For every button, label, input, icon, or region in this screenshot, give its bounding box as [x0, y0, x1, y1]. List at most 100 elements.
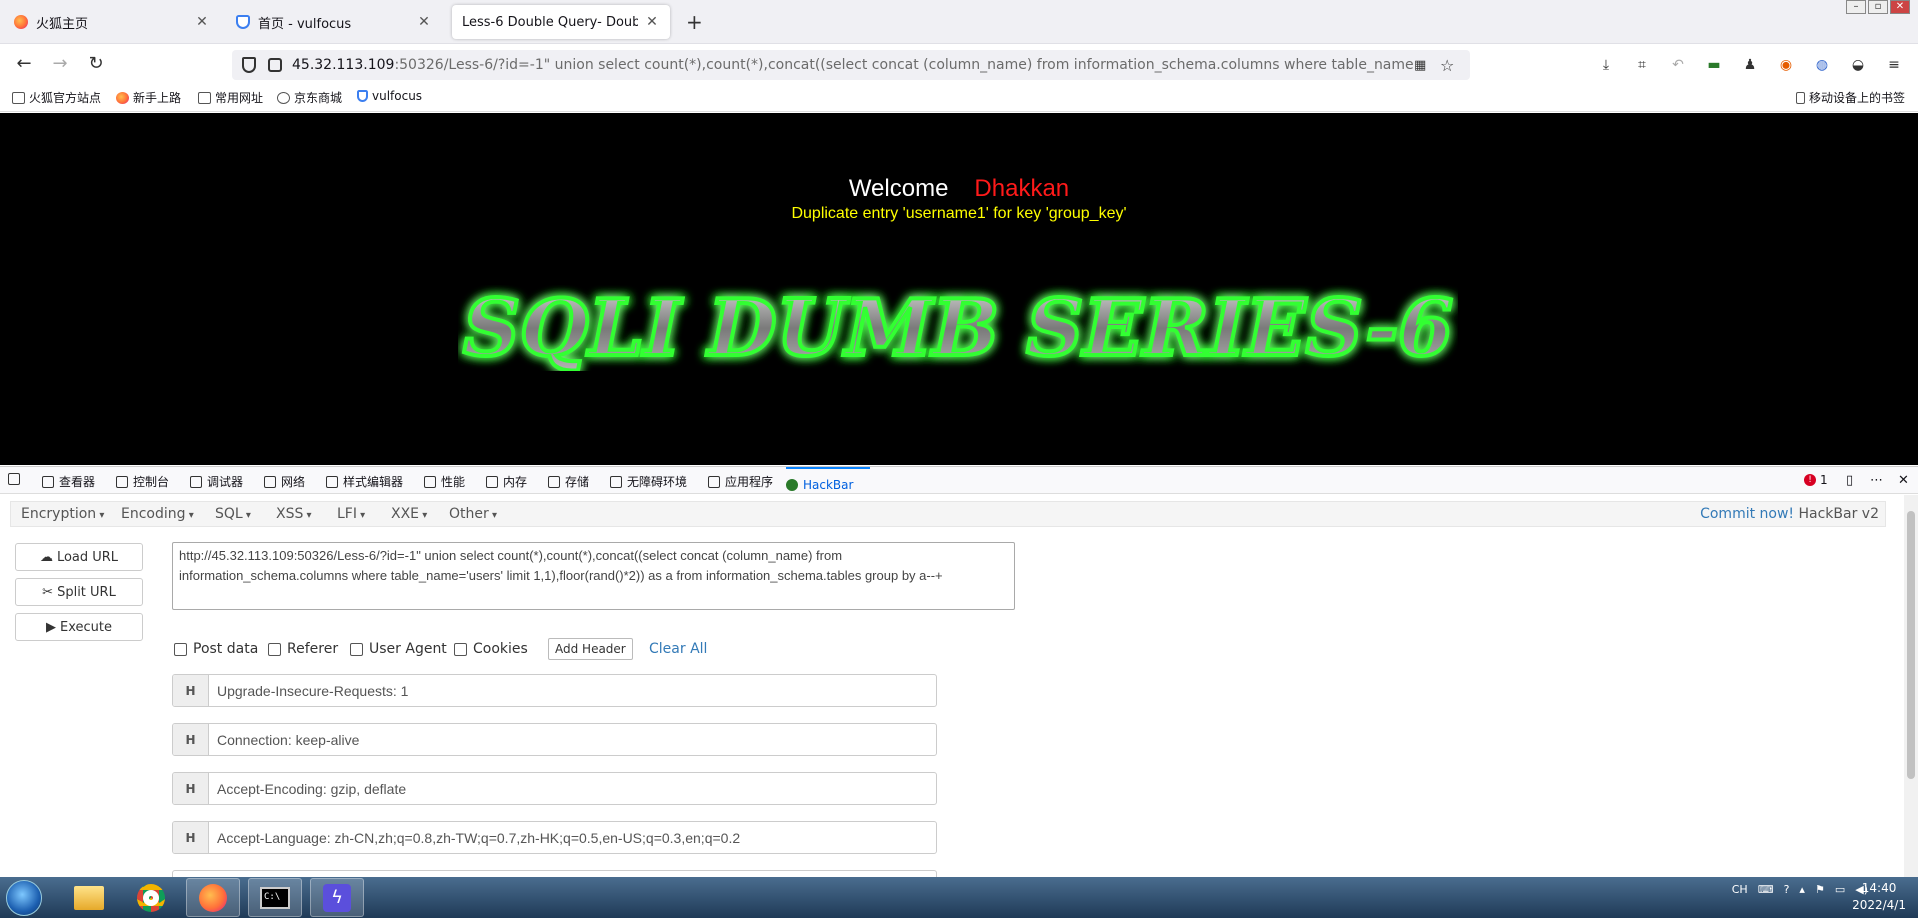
start-button[interactable]: [6, 880, 42, 916]
screenshot-icon[interactable]: ⌗: [1634, 57, 1650, 73]
bookmark-item[interactable]: 常用网址: [198, 89, 263, 106]
commit-link[interactable]: Commit now! HackBar v2: [1700, 506, 1879, 522]
bookmark-item[interactable]: 京东商城: [277, 89, 342, 106]
hat-icon[interactable]: ◒: [1850, 57, 1866, 73]
menu-lfi[interactable]: LFI: [337, 506, 365, 522]
maximize-button[interactable]: ▫: [1868, 0, 1888, 14]
button-label: Execute: [60, 619, 112, 635]
menu-xxe[interactable]: XXE: [391, 506, 427, 522]
tab-title: 首页 - vulfocus: [258, 16, 352, 32]
tab-firefox-home[interactable]: 火狐主页 ✕: [4, 5, 220, 39]
referer-checkbox[interactable]: Referer: [268, 641, 338, 657]
devtools-tab[interactable]: 存储: [548, 473, 589, 490]
hackbar-scrollbar[interactable]: [1904, 495, 1918, 877]
dock-icon[interactable]: ▯: [1846, 473, 1853, 488]
close-window-button[interactable]: ✕: [1890, 0, 1910, 14]
header-value[interactable]: Accept-Encoding: gzip, deflate: [209, 773, 936, 804]
close-icon[interactable]: ✕: [416, 14, 432, 30]
button-label: Split URL: [57, 584, 116, 600]
devtools-tab-hackbar[interactable]: HackBar: [786, 467, 870, 495]
header-tag[interactable]: H: [173, 822, 209, 853]
network-tray-icon[interactable]: ▭: [1835, 883, 1845, 896]
header-tag[interactable]: H: [173, 773, 209, 804]
clock[interactable]: 14:40 2022/4/1: [1852, 880, 1906, 914]
post-data-checkbox[interactable]: Post data: [174, 641, 258, 657]
header-value[interactable]: Accept-Language: zh-CN,zh;q=0.8,zh-TW;q=…: [209, 822, 936, 853]
close-icon[interactable]: ✕: [644, 14, 660, 30]
new-tab-button[interactable]: +: [686, 10, 703, 34]
input-language[interactable]: CH: [1732, 883, 1748, 896]
bookmark-item[interactable]: 火狐官方站点: [12, 89, 101, 106]
explorer-app[interactable]: [62, 878, 116, 917]
header-tag[interactable]: H: [173, 675, 209, 706]
devtools-tab[interactable]: 无障碍环境: [610, 473, 687, 490]
devtools-tab[interactable]: 样式编辑器: [326, 473, 403, 490]
tab-title: Less-6 Double Query- Double Quotes- Stri…: [462, 14, 638, 30]
minimize-button[interactable]: –: [1846, 0, 1866, 14]
add-header-button[interactable]: Add Header: [548, 638, 633, 660]
user-agent-checkbox[interactable]: User Agent: [350, 641, 447, 657]
devtools-tab[interactable]: 内存: [486, 473, 527, 490]
header-value[interactable]: Upgrade-Insecure-Requests: 1: [209, 675, 936, 706]
site-info-icon[interactable]: [268, 58, 282, 72]
close-devtools-icon[interactable]: ✕: [1898, 473, 1909, 488]
menu-xss[interactable]: XSS: [276, 506, 312, 522]
menu-other[interactable]: Other: [449, 506, 497, 522]
app-bolt[interactable]: ϟ: [310, 878, 364, 917]
keyboard-icon[interactable]: ⌨: [1758, 883, 1774, 896]
checkbox[interactable]: [174, 642, 187, 656]
devtools-tab[interactable]: 应用程序: [708, 473, 773, 490]
firefox-app[interactable]: [186, 878, 240, 917]
url-text[interactable]: 45.32.113.109:50326/Less-6/?id=-1" union…: [292, 57, 1414, 73]
back-button[interactable]: ←: [12, 52, 36, 76]
devtools-tab[interactable]: 性能: [424, 473, 465, 490]
header-value[interactable]: Connection: keep-alive: [209, 724, 936, 755]
devtools-tab[interactable]: 控制台: [116, 473, 169, 490]
error-count-badge[interactable]: ! 1: [1804, 473, 1828, 487]
tracking-shield-icon[interactable]: [242, 57, 256, 73]
load-url-button[interactable]: ☁ Load URL: [15, 543, 143, 571]
globe-extension-icon[interactable]: ◍: [1814, 57, 1830, 73]
forward-button[interactable]: →: [48, 52, 72, 76]
undo-icon[interactable]: ↶: [1670, 57, 1686, 73]
tab-less6[interactable]: Less-6 Double Query- Double Quotes- Stri…: [452, 5, 670, 39]
split-url-button[interactable]: ✂ Split URL: [15, 578, 143, 606]
devtools-tab[interactable]: 网络: [264, 473, 305, 490]
url-textarea[interactable]: http://45.32.113.109:50326/Less-6/?id=-1…: [172, 542, 1015, 610]
user-icon[interactable]: ♟: [1742, 57, 1758, 73]
cookies-checkbox[interactable]: Cookies: [454, 641, 528, 657]
commit-now-link[interactable]: Commit now!: [1700, 506, 1794, 522]
tray-expand-icon[interactable]: ▴: [1799, 883, 1805, 896]
extension-circle-icon[interactable]: ◉: [1778, 57, 1794, 73]
scrollbar-thumb[interactable]: [1907, 511, 1915, 779]
checkbox[interactable]: [268, 642, 281, 656]
menu-encryption[interactable]: Encryption: [21, 506, 104, 522]
menu-icon[interactable]: ≡: [1886, 57, 1902, 73]
close-icon[interactable]: ✕: [194, 14, 210, 30]
execute-button[interactable]: ▶ Execute: [15, 613, 143, 641]
menu-encoding[interactable]: Encoding: [121, 506, 194, 522]
chrome-app[interactable]: [124, 878, 178, 917]
devtools-tab[interactable]: 调试器: [190, 473, 243, 490]
help-icon[interactable]: ?: [1784, 883, 1790, 896]
menu-sql[interactable]: SQL: [215, 506, 251, 522]
bookmark-star-icon[interactable]: ☆: [1440, 56, 1458, 75]
downloads-icon[interactable]: ⤓: [1598, 57, 1614, 73]
extension-icon[interactable]: ▬: [1706, 57, 1722, 73]
tab-vulfocus[interactable]: 首页 - vulfocus ✕: [226, 5, 442, 39]
flag-icon[interactable]: ⚑: [1815, 883, 1825, 896]
devtools-tab[interactable]: 查看器: [42, 473, 95, 490]
header-tag[interactable]: H: [173, 724, 209, 755]
url-bar[interactable]: 45.32.113.109:50326/Less-6/?id=-1" union…: [232, 50, 1470, 80]
qr-code-icon[interactable]: ▦: [1414, 58, 1430, 73]
element-picker-icon[interactable]: [8, 473, 25, 485]
more-options-icon[interactable]: ⋯: [1870, 473, 1883, 488]
cmd-app[interactable]: C:\: [248, 878, 302, 917]
bookmark-item[interactable]: 新手上路: [116, 89, 181, 106]
mobile-bookmarks[interactable]: 移动设备上的书签: [1796, 89, 1905, 106]
checkbox[interactable]: [454, 642, 467, 656]
checkbox[interactable]: [350, 642, 363, 656]
clear-all-link[interactable]: Clear All: [649, 641, 707, 657]
bookmark-item[interactable]: vulfocus: [357, 89, 422, 103]
reload-button[interactable]: ↻: [84, 52, 108, 76]
